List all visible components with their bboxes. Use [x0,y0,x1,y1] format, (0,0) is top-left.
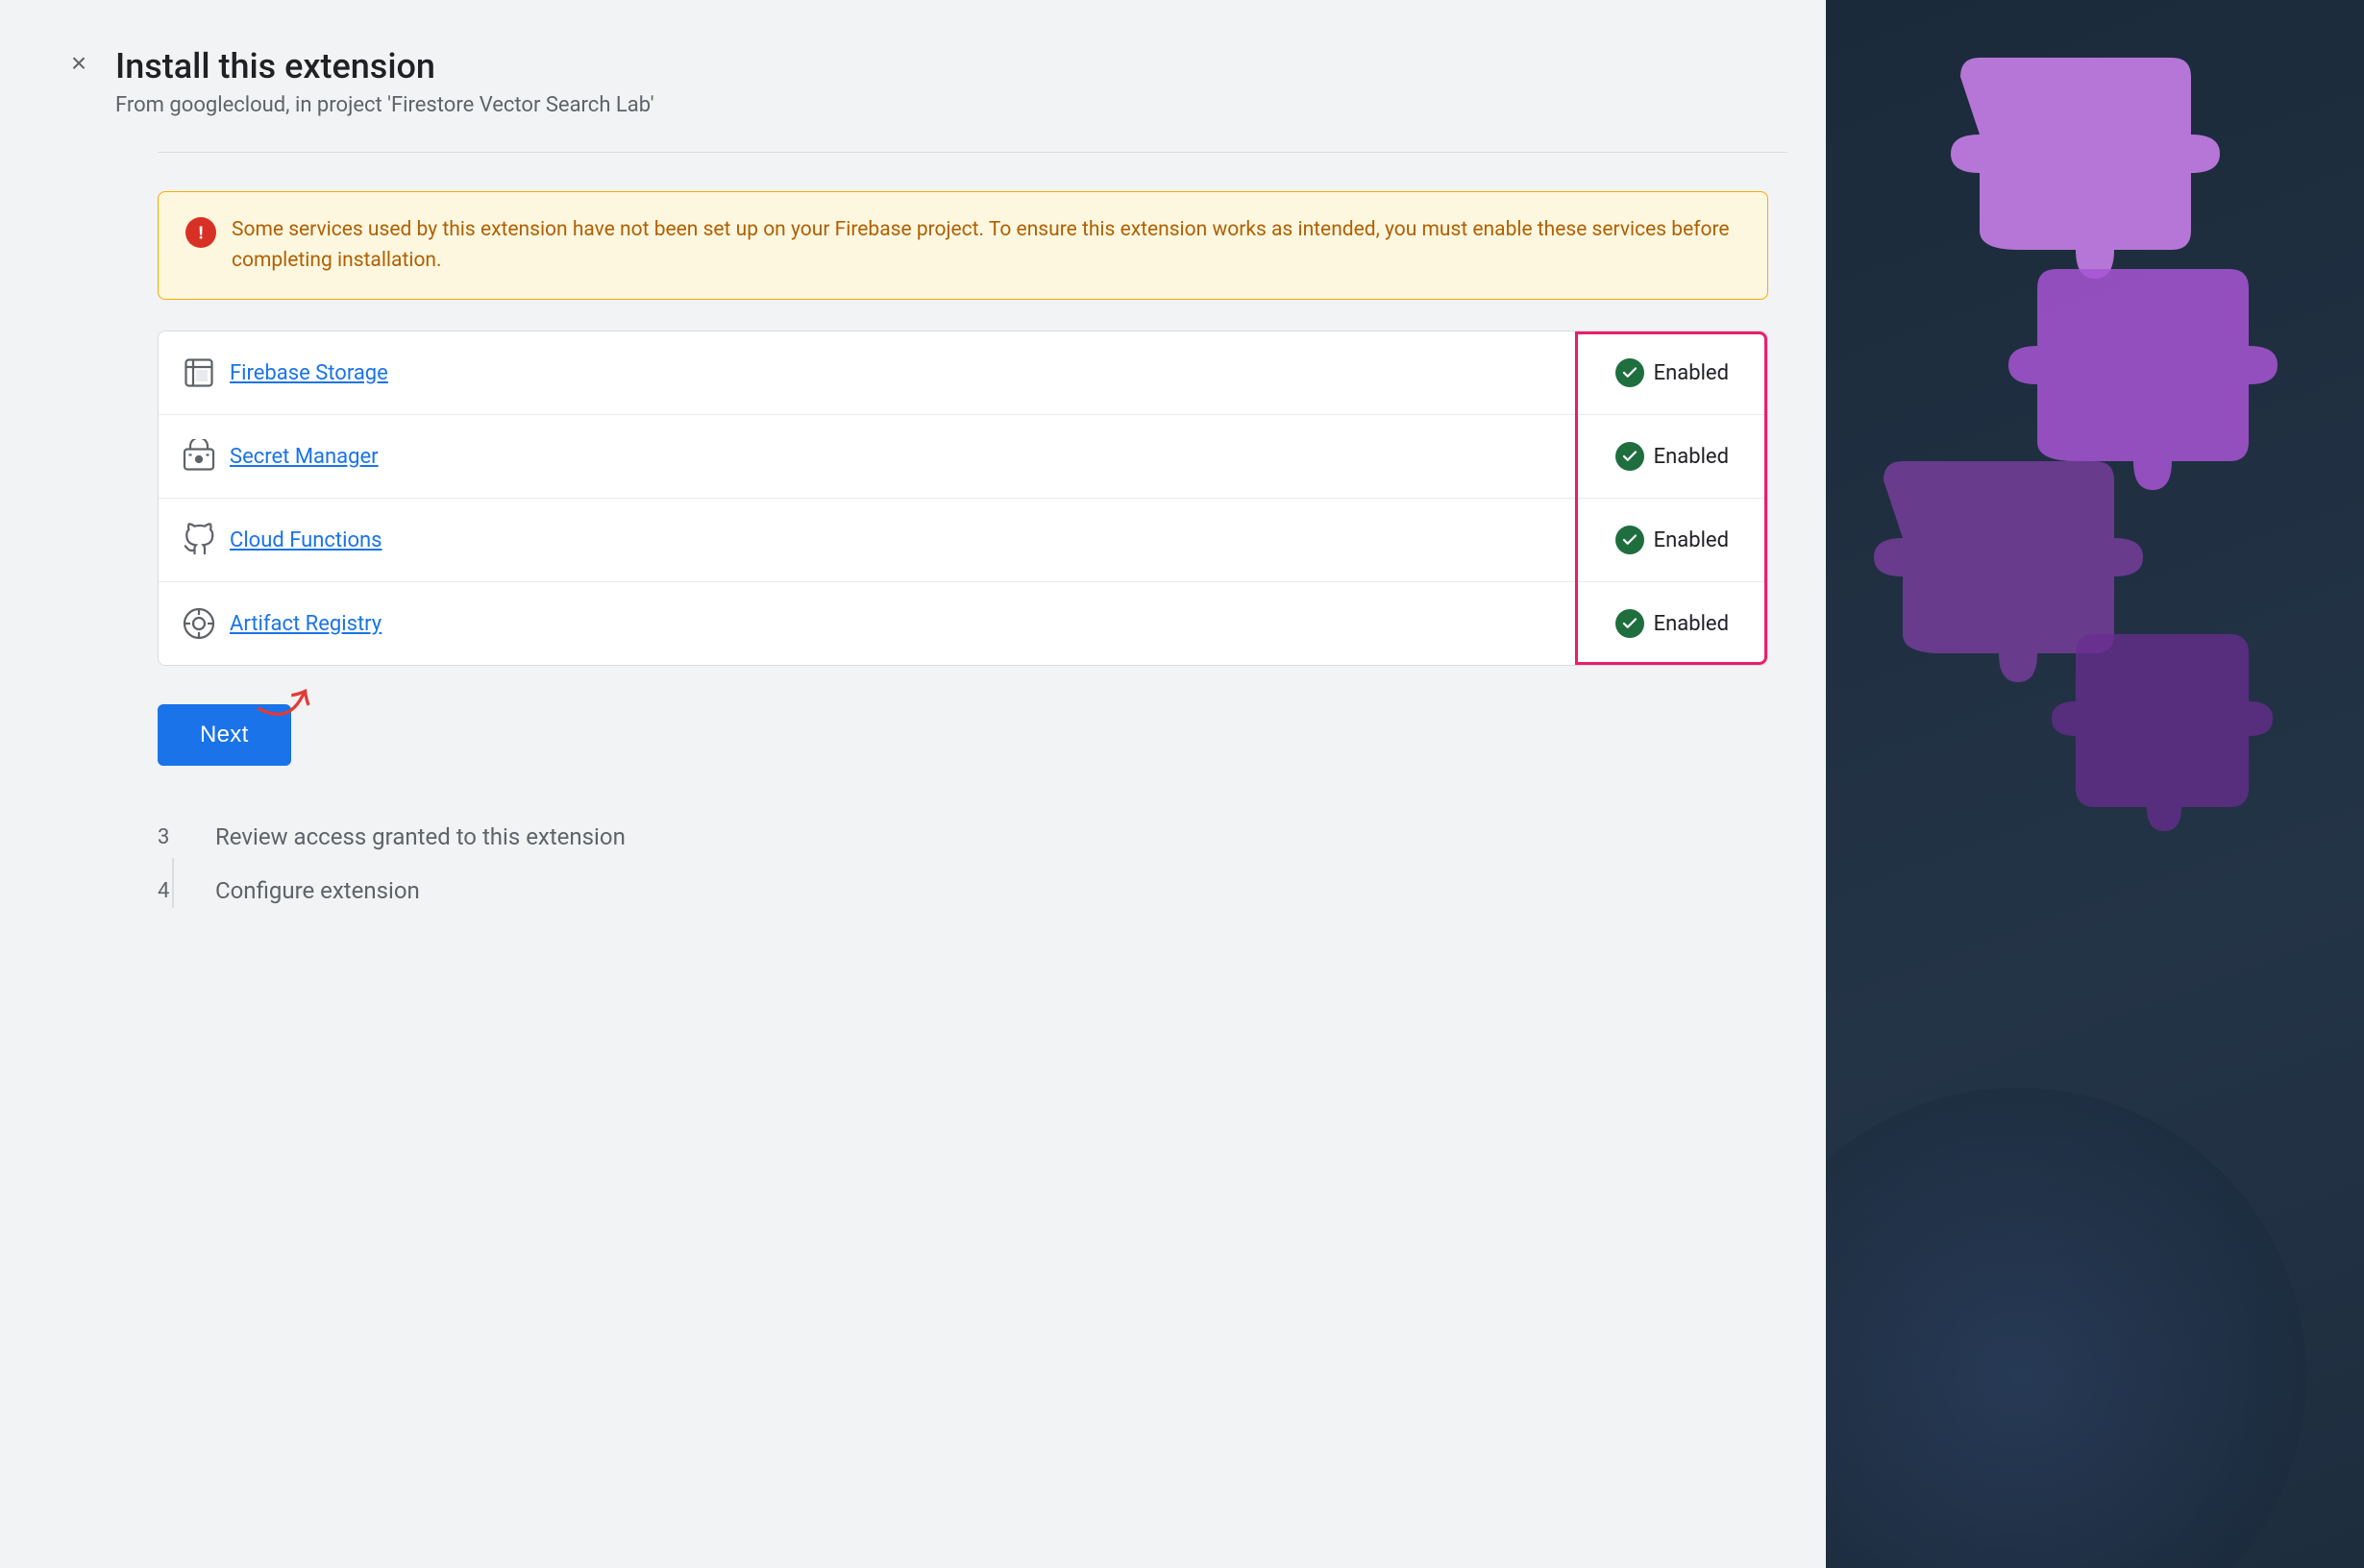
firebase-storage-link[interactable]: Firebase Storage [230,361,388,385]
service-row-firebase-storage: Firebase Storage Enabled [159,331,1767,415]
status-text-1: Enabled [1654,445,1729,469]
close-button[interactable]: × [58,42,100,85]
artifact-registry-icon [182,606,216,641]
secret-manager-status: Enabled [1590,434,1744,478]
service-left-4: Artifact Registry [182,606,382,641]
step-text-4: Configure extension [215,877,420,904]
artifact-registry-status: Enabled [1590,601,1744,646]
checkmark-svg-2 [1621,531,1638,549]
secret-manager-icon [182,439,216,474]
header-text: Install this extension From googlecloud,… [115,46,654,117]
service-row-secret-manager: Secret Manager Enabled [159,415,1767,499]
checkmark-svg [1621,364,1638,381]
next-button-container: ⤴ Next [158,704,291,766]
close-icon: × [71,48,86,79]
service-row-artifact-registry: Artifact Registry Enabled [159,582,1767,665]
step-text-3: Review access granted to this extension [215,823,626,850]
services-list: Firebase Storage Enabled [158,331,1768,666]
step-number-3: 3 [158,823,188,849]
enabled-check-icon-1 [1615,442,1644,471]
page-subtitle: From googlecloud, in project 'Firestore … [115,93,654,117]
cloud-functions-status: Enabled [1590,518,1744,562]
svg-text:!: ! [198,223,203,244]
step-number-4: 4 [158,877,188,903]
enabled-check-icon-2 [1615,526,1644,554]
status-text-3: Enabled [1654,612,1729,636]
step-item-4: 4 Configure extension [158,877,1768,904]
cloud-functions-link[interactable]: Cloud Functions [230,528,382,552]
step-item-3: 3 Review access granted to this extensio… [158,823,1768,850]
service-row-cloud-functions: Cloud Functions Enabled [159,499,1767,582]
status-text-0: Enabled [1654,361,1729,385]
enabled-check-icon-0 [1615,358,1644,387]
secret-manager-link[interactable]: Secret Manager [230,445,379,469]
firebase-storage-status: Enabled [1590,351,1744,395]
artifact-registry-link[interactable]: Artifact Registry [230,612,382,636]
service-left-3: Cloud Functions [182,523,382,557]
step-list: 3 Review access granted to this extensio… [158,823,1768,904]
checkmark-svg-1 [1621,448,1638,465]
right-panel [1826,0,2364,1568]
firebase-storage-icon [182,355,216,390]
service-left-2: Secret Manager [182,439,379,474]
warning-icon: ! [185,217,216,248]
step-content: ! Some services used by this extension h… [158,191,1768,904]
warning-text: Some services used by this extension hav… [232,215,1740,276]
left-panel: × Install this extension From googleclou… [0,0,1826,1568]
service-left: Firebase Storage [182,355,388,390]
cloud-functions-icon [182,523,216,557]
page-title: Install this extension [115,46,654,87]
enabled-check-icon-3 [1615,609,1644,638]
status-text-2: Enabled [1654,528,1729,552]
checkmark-svg-3 [1621,615,1638,632]
warning-box: ! Some services used by this extension h… [158,191,1768,300]
divider [158,152,1787,153]
header: × Install this extension From googleclou… [58,46,1768,117]
